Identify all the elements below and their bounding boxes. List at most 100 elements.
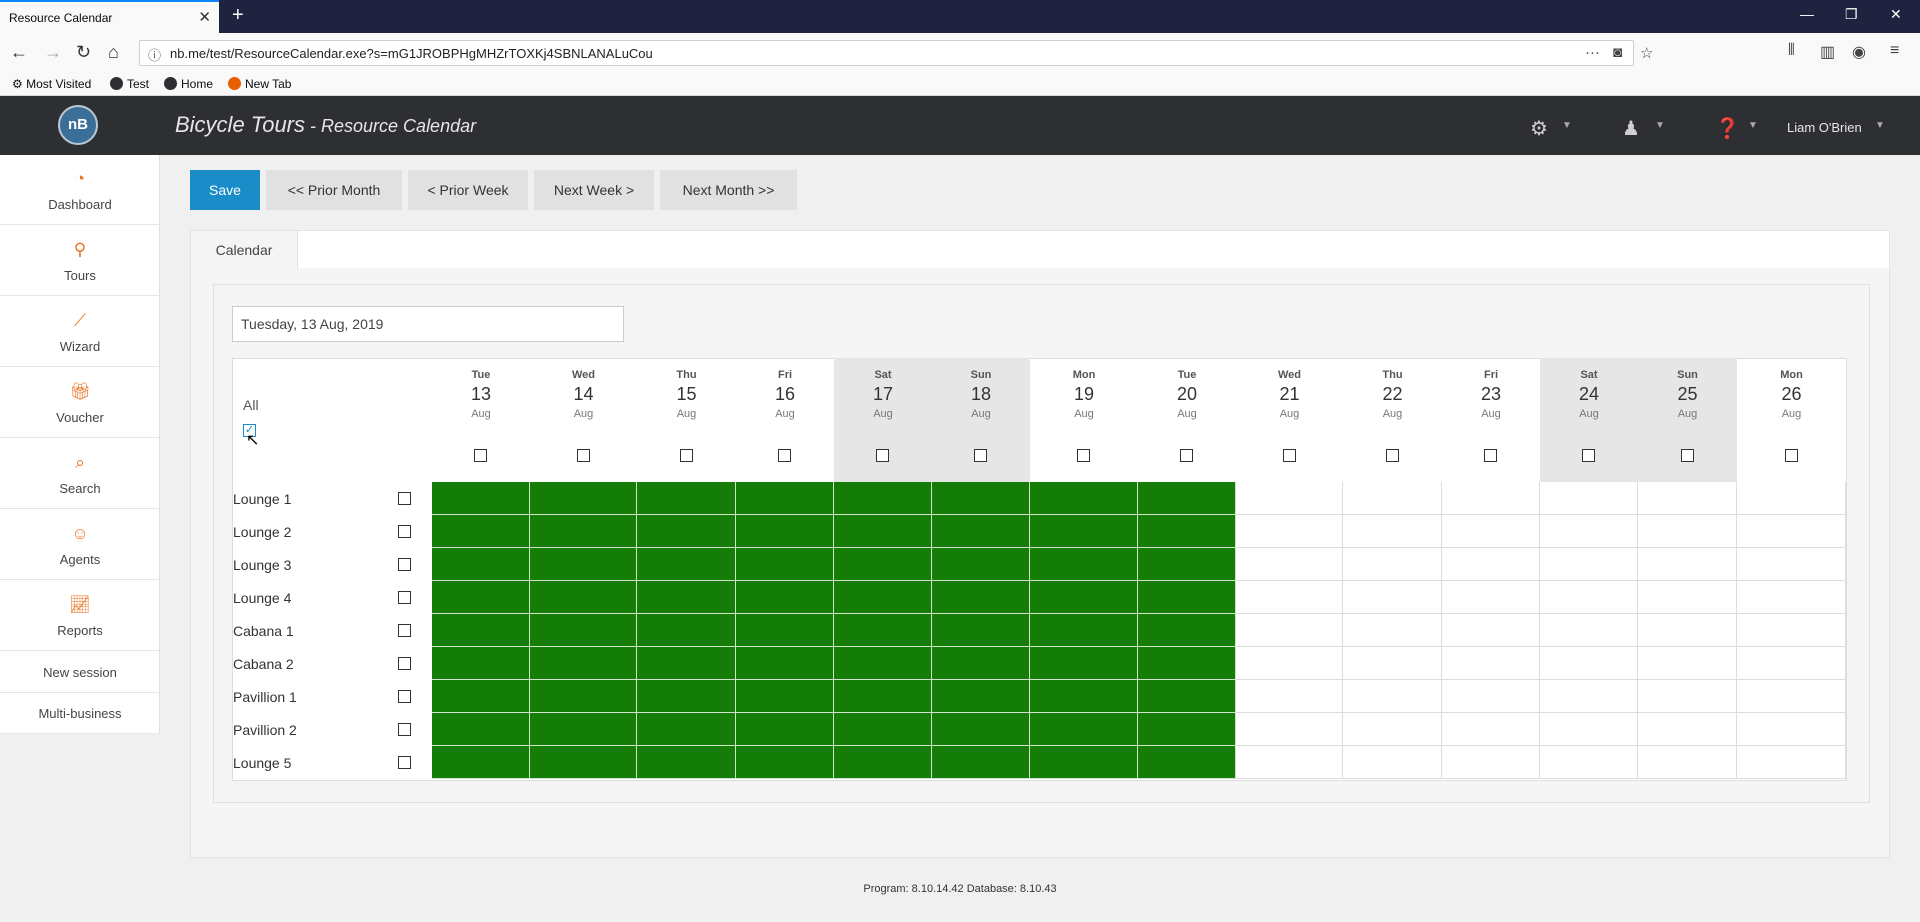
calendar-cell[interactable] <box>1030 614 1138 647</box>
calendar-cell[interactable] <box>1030 680 1138 713</box>
calendar-cell[interactable] <box>1030 515 1138 548</box>
back-icon[interactable]: ← <box>10 42 28 63</box>
day-checkbox[interactable] <box>1077 449 1090 462</box>
sidebar-item-search[interactable]: ⌕ Search <box>0 439 160 509</box>
day-checkbox[interactable] <box>1784 449 1798 462</box>
calendar-cell[interactable] <box>1343 746 1442 779</box>
calendar-cell[interactable] <box>530 647 637 680</box>
calendar-cell[interactable] <box>834 548 932 581</box>
calendar-cell[interactable] <box>1343 548 1442 581</box>
reload-icon[interactable]: ↻ <box>76 42 91 63</box>
calendar-cell[interactable] <box>1030 581 1138 614</box>
day-checkbox[interactable] <box>474 449 487 462</box>
calendar-cell[interactable] <box>1030 482 1138 515</box>
calendar-cell[interactable] <box>1737 614 1846 647</box>
home-icon[interactable]: ⌂ <box>108 42 119 63</box>
calendar-cell[interactable] <box>432 581 530 614</box>
calendar-cell[interactable] <box>1138 581 1236 614</box>
calendar-cell[interactable] <box>834 581 932 614</box>
calendar-cell[interactable] <box>1737 515 1846 548</box>
calendar-cell[interactable] <box>1540 746 1638 779</box>
calendar-cell[interactable] <box>432 647 530 680</box>
calendar-cell[interactable] <box>530 548 637 581</box>
day-checkbox[interactable] <box>1180 449 1193 462</box>
day-checkbox[interactable] <box>576 449 590 462</box>
more-icon[interactable]: ··· <box>1585 44 1600 61</box>
calendar-cell[interactable] <box>736 482 834 515</box>
calendar-cell[interactable] <box>932 548 1030 581</box>
calendar-cell[interactable] <box>1737 482 1846 515</box>
calendar-cell[interactable] <box>1343 680 1442 713</box>
close-icon[interactable]: ✕ <box>198 8 211 26</box>
calendar-cell[interactable] <box>736 515 834 548</box>
calendar-cell[interactable] <box>1540 713 1638 746</box>
calendar-cell[interactable] <box>1138 515 1236 548</box>
calendar-cell[interactable] <box>1638 548 1737 581</box>
window-close-icon[interactable]: ✕ <box>1890 6 1902 23</box>
calendar-cell[interactable] <box>1236 548 1343 581</box>
next-week-button[interactable]: Next Week > <box>534 170 654 210</box>
calendar-cell[interactable] <box>1638 482 1737 515</box>
calendar-cell[interactable] <box>932 680 1030 713</box>
minimize-icon[interactable]: — <box>1800 6 1814 22</box>
calendar-cell[interactable] <box>1638 713 1737 746</box>
calendar-cell[interactable] <box>1138 482 1236 515</box>
calendar-cell[interactable] <box>1737 548 1846 581</box>
calendar-cell[interactable] <box>637 680 736 713</box>
forward-icon[interactable]: → <box>44 42 62 63</box>
calendar-cell[interactable] <box>932 713 1030 746</box>
calendar-cell[interactable] <box>1236 614 1343 647</box>
calendar-cell[interactable] <box>736 614 834 647</box>
calendar-cell[interactable] <box>834 713 932 746</box>
calendar-cell[interactable] <box>1030 548 1138 581</box>
sidebar-item-wizard[interactable]: ⟋ Wizard <box>0 297 160 367</box>
calendar-cell[interactable] <box>1138 746 1236 779</box>
calendar-cell[interactable] <box>1638 680 1737 713</box>
resource-checkbox[interactable] <box>398 756 411 769</box>
calendar-cell[interactable] <box>1442 548 1540 581</box>
calendar-cell[interactable] <box>432 713 530 746</box>
prior-week-button[interactable]: < Prior Week <box>408 170 528 210</box>
url-bar[interactable]: ⓘ nb.me/test/ResourceCalendar.exe?s=mG1J… <box>139 40 1653 66</box>
calendar-cell[interactable] <box>1737 746 1846 779</box>
browser-tab[interactable]: Resource Calendar ✕ <box>0 0 219 33</box>
day-checkbox[interactable] <box>1680 449 1694 462</box>
calendar-cell[interactable] <box>637 482 736 515</box>
calendar-cell[interactable] <box>1638 581 1737 614</box>
day-checkbox[interactable] <box>679 449 693 462</box>
calendar-cell[interactable] <box>1030 746 1138 779</box>
calendar-cell[interactable] <box>932 581 1030 614</box>
settings-gear-icon[interactable]: ⚙ <box>1530 116 1548 141</box>
bookmark-home[interactable]: Home <box>164 77 213 91</box>
chevron-down-icon[interactable]: ▼ <box>1875 120 1885 131</box>
calendar-cell[interactable] <box>432 548 530 581</box>
tab-calendar[interactable]: Calendar <box>191 231 298 269</box>
day-checkbox[interactable] <box>1282 449 1296 462</box>
calendar-cell[interactable] <box>1442 647 1540 680</box>
calendar-cell[interactable] <box>1343 515 1442 548</box>
calendar-cell[interactable] <box>1540 614 1638 647</box>
day-checkbox[interactable] <box>1385 449 1399 462</box>
calendar-cell[interactable] <box>1638 746 1737 779</box>
agent-user-icon[interactable]: ♟ <box>1622 116 1640 141</box>
calendar-cell[interactable] <box>530 515 637 548</box>
calendar-cell[interactable] <box>1030 647 1138 680</box>
help-icon[interactable]: ❓ <box>1715 116 1740 141</box>
calendar-cell[interactable] <box>1236 515 1343 548</box>
day-checkbox[interactable] <box>974 449 987 462</box>
calendar-cell[interactable] <box>1442 746 1540 779</box>
multi-business-link[interactable]: Multi-business <box>0 693 160 734</box>
calendar-cell[interactable] <box>1442 680 1540 713</box>
calendar-cell[interactable] <box>1138 680 1236 713</box>
calendar-cell[interactable] <box>1442 482 1540 515</box>
day-checkbox[interactable] <box>1582 449 1595 462</box>
chevron-down-icon[interactable]: ▼ <box>1748 120 1758 131</box>
chevron-down-icon[interactable]: ▼ <box>1655 120 1665 131</box>
calendar-cell[interactable] <box>834 647 932 680</box>
day-checkbox[interactable] <box>1484 449 1497 462</box>
calendar-cell[interactable] <box>1236 581 1343 614</box>
save-button[interactable]: Save <box>190 170 260 210</box>
sidebar-icon[interactable]: ▥ <box>1820 42 1835 62</box>
calendar-cell[interactable] <box>1030 713 1138 746</box>
resource-checkbox[interactable] <box>398 525 411 538</box>
